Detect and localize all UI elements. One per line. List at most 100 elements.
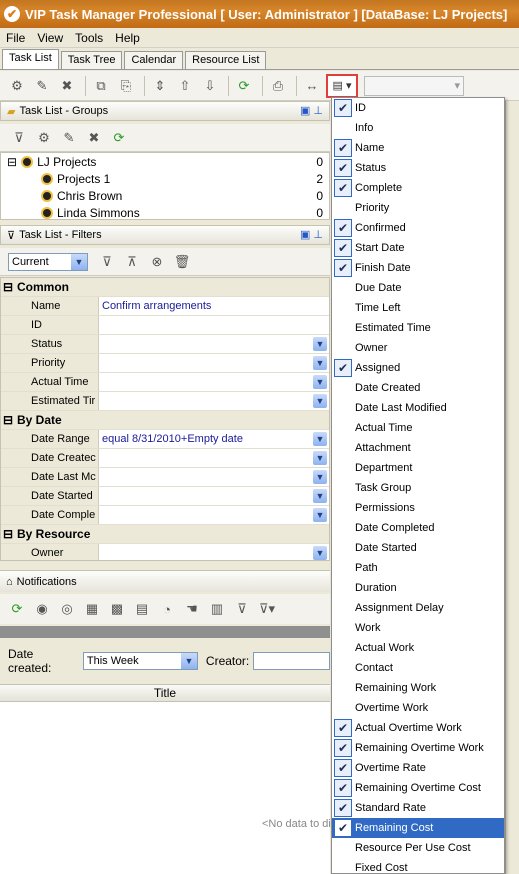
column-menu-item[interactable]: Remaining Work bbox=[332, 678, 504, 698]
refresh-icon[interactable]: ⟳ bbox=[6, 598, 28, 620]
filter-row[interactable]: Name Confirm arrangements bbox=[1, 297, 329, 316]
filter-menu-icon[interactable]: ⊽▾ bbox=[256, 598, 278, 620]
column-menu-item[interactable]: Info bbox=[332, 118, 504, 138]
column-menu-item[interactable]: Duration bbox=[332, 578, 504, 598]
filter-row[interactable]: Actual Time ▼ bbox=[1, 373, 329, 392]
filter-field-value[interactable]: ▼ bbox=[99, 392, 329, 410]
clear-filter-icon[interactable]: ⊗ bbox=[146, 251, 168, 273]
column-menu-item[interactable]: Actual Time bbox=[332, 418, 504, 438]
move-down-icon[interactable]: ⇩ bbox=[199, 75, 221, 97]
chevron-down-icon[interactable]: ▼ bbox=[313, 432, 327, 446]
menu-tools[interactable]: Tools bbox=[75, 31, 103, 45]
collapse-icon[interactable]: ⊟ bbox=[1, 413, 15, 427]
title-column-header[interactable]: Title bbox=[0, 684, 330, 702]
new-task-icon[interactable]: ⚙ bbox=[6, 75, 28, 97]
chevron-down-icon[interactable]: ▼ bbox=[313, 394, 327, 408]
filter-icon[interactable]: ⊽ bbox=[231, 598, 253, 620]
view-selector[interactable] bbox=[364, 75, 464, 96]
filter-field-value[interactable]: ▼ bbox=[99, 506, 329, 524]
column-menu-item[interactable]: ✔ Start Date bbox=[332, 238, 504, 258]
chevron-down-icon[interactable]: ▼ bbox=[313, 508, 327, 522]
delete-filter-icon[interactable]: 🗑 bbox=[171, 251, 193, 273]
column-menu-item[interactable]: ✔ Name bbox=[332, 138, 504, 158]
column-menu-item[interactable]: Actual Work bbox=[332, 638, 504, 658]
columns-icon[interactable]: ▥ bbox=[206, 598, 228, 620]
filter-row[interactable]: Date Last Mc ▼ bbox=[1, 468, 329, 487]
bell-icon[interactable]: ◔ bbox=[156, 598, 178, 620]
filter-row[interactable]: Priority ▼ bbox=[1, 354, 329, 373]
column-menu-item[interactable]: ✔ Remaining Cost bbox=[332, 818, 504, 838]
column-menu-item[interactable]: Date Created bbox=[332, 378, 504, 398]
delete-task-icon[interactable]: ✖ bbox=[56, 75, 78, 97]
column-chooser-button[interactable]: ▤ ▾ bbox=[326, 73, 358, 98]
chevron-down-icon[interactable]: ▼ bbox=[313, 451, 327, 465]
filter-field-value[interactable]: ▼ bbox=[99, 335, 329, 353]
pin-icon[interactable]: ▣ ⊥ bbox=[300, 228, 323, 241]
column-menu-item[interactable]: Overtime Work bbox=[332, 698, 504, 718]
column-menu-item[interactable]: Time Left bbox=[332, 298, 504, 318]
column-menu-item[interactable]: ✔ ID bbox=[332, 98, 504, 118]
tree-row[interactable]: Chris Brown 0 bbox=[1, 187, 329, 204]
tab-calendar[interactable]: Calendar bbox=[124, 51, 184, 69]
column-menu-item[interactable]: Estimated Time bbox=[332, 318, 504, 338]
refresh-groups-icon[interactable]: ⟳ bbox=[108, 127, 130, 149]
tree-row[interactable]: Linda Simmons 0 bbox=[1, 204, 329, 221]
column-menu-item[interactable]: ✔ Confirmed bbox=[332, 218, 504, 238]
column-menu-item[interactable]: Due Date bbox=[332, 278, 504, 298]
column-menu-item[interactable]: Assignment Delay bbox=[332, 598, 504, 618]
edit-task-icon[interactable]: ✎ bbox=[31, 75, 53, 97]
tab-task-list[interactable]: Task List bbox=[2, 49, 59, 69]
column-menu-item[interactable]: Contact bbox=[332, 658, 504, 678]
filter-row[interactable]: Date Started ▼ bbox=[1, 487, 329, 506]
filter-field-value[interactable]: ▼ bbox=[99, 354, 329, 372]
column-menu-item[interactable]: ✔ Finish Date bbox=[332, 258, 504, 278]
column-menu-item[interactable]: ✔ Status bbox=[332, 158, 504, 178]
move-up-icon[interactable]: ⇧ bbox=[174, 75, 196, 97]
pin-icon[interactable]: ▣ ⊥ bbox=[300, 104, 323, 117]
filter-row[interactable]: Date Comple ▼ bbox=[1, 506, 329, 525]
apply-filter-icon[interactable]: ⊽ bbox=[96, 251, 118, 273]
column-menu-item[interactable]: Fixed Cost bbox=[332, 858, 504, 873]
filter-field-value[interactable]: ▼ bbox=[99, 468, 329, 486]
filter-field-value[interactable]: equal 8/31/2010+Empty date ▼ bbox=[99, 430, 329, 448]
edit-group-icon[interactable]: ✎ bbox=[58, 127, 80, 149]
column-menu-item[interactable]: Date Completed bbox=[332, 518, 504, 538]
column-menu-item[interactable]: ✔ Actual Overtime Work bbox=[332, 718, 504, 738]
column-menu-item[interactable]: Date Last Modified bbox=[332, 398, 504, 418]
date-created-select[interactable]: This Week ▼ bbox=[82, 652, 198, 670]
tree-row[interactable]: ⊟ LJ Projects 0 bbox=[1, 153, 329, 170]
column-menu-item[interactable]: ✔ Complete bbox=[332, 178, 504, 198]
column-menu-item[interactable]: Date Started bbox=[332, 538, 504, 558]
filter-category[interactable]: ⊟ By Date bbox=[1, 411, 329, 430]
fit-columns-icon[interactable]: ↔ bbox=[301, 75, 323, 97]
column-menu-item[interactable]: Owner bbox=[332, 338, 504, 358]
filter-icon[interactable]: ⊽ bbox=[8, 127, 30, 149]
filter-row[interactable]: Estimated Tir ▼ bbox=[1, 392, 329, 411]
column-menu-item[interactable]: Resource Per Use Cost bbox=[332, 838, 504, 858]
hide-icon[interactable]: ◎ bbox=[56, 598, 78, 620]
task-icon[interactable]: ▦ bbox=[81, 598, 103, 620]
chevron-down-icon[interactable]: ▼ bbox=[313, 470, 327, 484]
paste-task-icon[interactable]: ⎘ bbox=[115, 75, 137, 97]
document-icon[interactable]: ▤ bbox=[131, 598, 153, 620]
filter-field-value[interactable] bbox=[99, 316, 329, 334]
column-menu-item[interactable]: ✔ Standard Rate bbox=[332, 798, 504, 818]
refresh-icon[interactable]: ⟳ bbox=[233, 75, 255, 97]
filter-row[interactable]: Status ▼ bbox=[1, 335, 329, 354]
filter-category[interactable]: ⊟ By Resource bbox=[1, 525, 329, 544]
collapse-icon[interactable]: ⊟ bbox=[1, 527, 15, 541]
creator-select[interactable] bbox=[253, 652, 330, 670]
chevron-down-icon[interactable]: ▼ bbox=[313, 356, 327, 370]
chevron-down-icon[interactable]: ▼ bbox=[313, 489, 327, 503]
filter-row[interactable]: Date Createc ▼ bbox=[1, 449, 329, 468]
column-menu-item[interactable]: ✔ Remaining Overtime Cost bbox=[332, 778, 504, 798]
filter-field-value[interactable]: Confirm arrangements bbox=[99, 297, 329, 315]
chevron-down-icon[interactable]: ▼ bbox=[313, 375, 327, 389]
filter-field-value[interactable]: ▼ bbox=[99, 449, 329, 467]
tab-task-tree[interactable]: Task Tree bbox=[60, 51, 123, 69]
column-menu-item[interactable]: ✔ Overtime Rate bbox=[332, 758, 504, 778]
print-icon[interactable]: ⎙ bbox=[267, 75, 289, 97]
column-menu-item[interactable]: ✔ Assigned bbox=[332, 358, 504, 378]
filter-preset-select[interactable]: Current ▼ bbox=[8, 252, 88, 271]
move-icon[interactable]: ⇕ bbox=[149, 75, 171, 97]
